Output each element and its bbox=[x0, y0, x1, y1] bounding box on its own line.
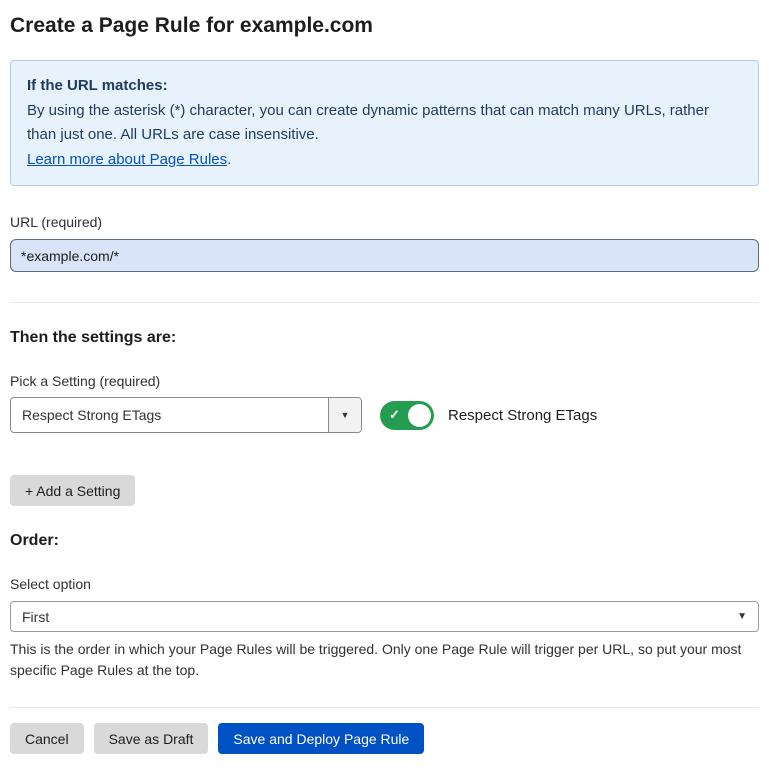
setting-select-value: Respect Strong ETags bbox=[11, 407, 161, 423]
settings-section-heading: Then the settings are: bbox=[10, 329, 759, 347]
caret-down-icon: ▼ bbox=[341, 411, 350, 420]
order-select-label: Select option bbox=[10, 576, 759, 592]
order-select-value: First bbox=[22, 609, 49, 625]
info-box-link-line: Learn more about Page Rules. bbox=[27, 148, 742, 171]
setting-select[interactable]: Respect Strong ETags ▼ bbox=[10, 397, 362, 433]
create-page-rule-form: Create a Page Rule for example.com If th… bbox=[0, 0, 769, 768]
section-divider-bottom bbox=[10, 707, 759, 708]
order-section-heading: Order: bbox=[10, 532, 759, 550]
url-input[interactable] bbox=[10, 239, 759, 272]
setting-row: Respect Strong ETags ▼ ✓ Respect Strong … bbox=[10, 397, 759, 433]
toggle-knob bbox=[408, 404, 431, 427]
order-help-text: This is the order in which your Page Rul… bbox=[10, 639, 759, 681]
save-as-draft-button[interactable]: Save as Draft bbox=[94, 723, 209, 754]
etags-toggle[interactable]: ✓ bbox=[380, 401, 434, 430]
info-box-heading: If the URL matches: bbox=[27, 74, 742, 97]
section-divider-top bbox=[10, 302, 759, 303]
link-suffix-text: . bbox=[227, 151, 231, 168]
setting-select-arrow-button[interactable]: ▼ bbox=[328, 398, 361, 432]
etags-toggle-label: Respect Strong ETags bbox=[448, 407, 597, 424]
learn-more-link[interactable]: Learn more about Page Rules bbox=[27, 151, 227, 168]
cancel-button[interactable]: Cancel bbox=[10, 723, 84, 754]
page-title: Create a Page Rule for example.com bbox=[10, 14, 759, 38]
action-buttons: Cancel Save as Draft Save and Deploy Pag… bbox=[10, 723, 759, 754]
add-setting-button[interactable]: + Add a Setting bbox=[10, 475, 135, 506]
url-match-info-box: If the URL matches: By using the asteris… bbox=[10, 60, 759, 186]
save-and-deploy-button[interactable]: Save and Deploy Page Rule bbox=[218, 723, 424, 754]
url-label: URL (required) bbox=[10, 214, 759, 230]
info-box-body: By using the asterisk (*) character, you… bbox=[27, 99, 742, 146]
order-select[interactable]: First ▼ bbox=[10, 601, 759, 632]
chevron-down-icon: ▼ bbox=[737, 612, 747, 622]
check-icon: ✓ bbox=[389, 407, 400, 423]
pick-setting-label: Pick a Setting (required) bbox=[10, 373, 759, 389]
